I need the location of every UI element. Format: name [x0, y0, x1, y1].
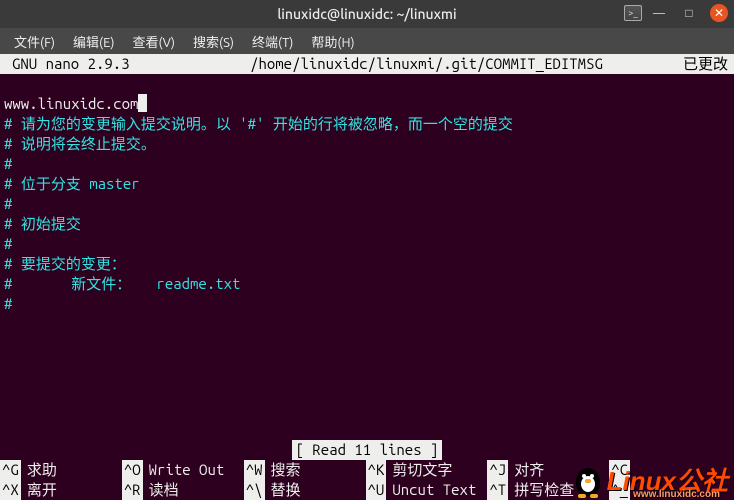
blank-line [4, 74, 730, 94]
nano-filepath: /home/linuxidc/linuxmi/.git/COMMIT_EDITM… [170, 54, 683, 74]
comment-line: # 要提交的变更： [4, 254, 730, 274]
menu-view[interactable]: 查看(V) [125, 29, 183, 54]
hotkey-read[interactable]: ^R读档 [122, 480, 244, 500]
hotkey-goto[interactable]: ^_ [609, 480, 731, 500]
hotkey-uncut[interactable]: ^UUncut Text [366, 480, 488, 500]
menu-search[interactable]: 搜索(S) [185, 29, 242, 54]
menu-edit[interactable]: 编辑(E) [65, 29, 122, 54]
nano-status: [ Read 11 lines ] [0, 440, 734, 460]
hotkey-replace[interactable]: ^\替换 [244, 480, 366, 500]
comment-line: # 请为您的变更输入提交说明。以 '#' 开始的行将被忽略，而一个空的提交 [4, 114, 730, 134]
nano-modified: 已更改 [683, 54, 734, 74]
menu-help[interactable]: 帮助(H) [303, 29, 362, 54]
comment-line: # 说明将会终止提交。 [4, 134, 730, 154]
hotkey-exit[interactable]: ^X离开 [0, 480, 122, 500]
hotkey-writeout[interactable]: ^OWrite Out [122, 460, 244, 480]
comment-line: # [4, 234, 730, 254]
comment-line: # 位于分支 master [4, 174, 730, 194]
maximize-button[interactable]: □ [680, 4, 698, 22]
nano-hotkey-bar: ^G求助 ^OWrite Out ^W搜索 ^K剪切文字 ^J对齐 ^C ^X离… [0, 460, 734, 500]
hotkey-curpos[interactable]: ^C [609, 460, 731, 480]
window-title: linuxidc@linuxidc: ~/linuxmi [277, 6, 456, 22]
close-button[interactable]: ✕ [710, 4, 728, 22]
input-line[interactable]: www.linuxidc.com [4, 94, 730, 114]
comment-line: # [4, 154, 730, 174]
text-cursor [138, 94, 147, 112]
menu-terminal[interactable]: 终端(T) [244, 29, 301, 54]
menubar: 文件(F) 编辑(E) 查看(V) 搜索(S) 终端(T) 帮助(H) [0, 28, 734, 54]
comment-line: # 初始提交 [4, 214, 730, 234]
window-controls: — □ ✕ [650, 4, 728, 22]
comment-line: # [4, 194, 730, 214]
nano-appname: GNU nano 2.9.3 [0, 54, 170, 74]
terminal[interactable]: GNU nano 2.9.3 /home/linuxidc/linuxmi/.g… [0, 54, 734, 500]
minimize-button[interactable]: — [650, 4, 668, 22]
terminal-icon: >_ [624, 5, 642, 21]
window-titlebar: linuxidc@linuxidc: ~/linuxmi >_ — □ ✕ [0, 0, 734, 28]
hotkey-cut[interactable]: ^K剪切文字 [366, 460, 488, 480]
hotkey-spell[interactable]: ^T拼写检查 [487, 480, 609, 500]
menu-file[interactable]: 文件(F) [6, 29, 63, 54]
hotkey-justify[interactable]: ^J对齐 [487, 460, 609, 480]
hotkey-help[interactable]: ^G求助 [0, 460, 122, 480]
comment-line: # [4, 294, 730, 314]
comment-line: # 新文件： readme.txt [4, 274, 730, 294]
nano-editor-area[interactable]: www.linuxidc.com # 请为您的变更输入提交说明。以 '#' 开始… [0, 74, 734, 314]
hotkey-search[interactable]: ^W搜索 [244, 460, 366, 480]
nano-header: GNU nano 2.9.3 /home/linuxidc/linuxmi/.g… [0, 54, 734, 74]
